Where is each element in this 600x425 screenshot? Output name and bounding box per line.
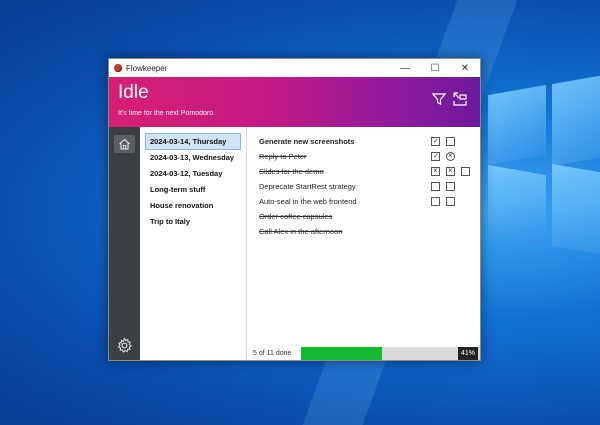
app-window: Flowkeeper — ☐ ✕ Idle It's time for the … [108, 58, 481, 361]
task-list: Generate new screenshots Reply to Peter Sl… [247, 127, 480, 360]
task-title: Deprecate StartRest strategy [259, 182, 356, 191]
windows-logo [480, 70, 600, 330]
maximize-button[interactable]: ☐ [420, 59, 450, 77]
status-bar: 5 of 11 done 41% [249, 346, 480, 360]
left-toolbar [109, 127, 140, 360]
pomodoro-empty-icon[interactable] [446, 197, 455, 206]
backlog-item-2024-03-12[interactable]: 2024-03-12, Tuesday [146, 166, 240, 181]
task-row[interactable]: Generate new screenshots [259, 134, 480, 149]
close-button[interactable]: ✕ [450, 59, 480, 77]
minimize-button[interactable]: — [390, 59, 420, 77]
progress-bar: 41% [301, 347, 480, 360]
tomato-icon [114, 64, 122, 72]
pomodoro-empty-icon[interactable] [446, 182, 455, 191]
pomodoro-empty-icon[interactable] [446, 137, 455, 146]
title-bar[interactable]: Flowkeeper — ☐ ✕ [109, 59, 480, 77]
task-row[interactable]: Auto-seal in the web frontend [259, 194, 480, 209]
pomodoro-empty-icon[interactable] [461, 167, 470, 176]
task-row[interactable]: Reply to Peter [259, 149, 480, 164]
home-icon [119, 138, 130, 150]
task-title: Reply to Peter [259, 152, 307, 161]
pomodoro-empty-icon[interactable] [431, 182, 440, 191]
pomodoro-cross-icon[interactable] [431, 167, 440, 176]
done-count: 5 of 11 done [253, 349, 292, 357]
backlog-item-2024-03-13[interactable]: 2024-03-13, Wednesday [146, 150, 240, 165]
window-title: Flowkeeper [126, 63, 168, 73]
backlog-item-long-term[interactable]: Long-term stuff [146, 182, 240, 197]
task-row[interactable]: Call Alex in the afternoon [259, 224, 480, 239]
pomodoro-empty-icon[interactable] [431, 197, 440, 206]
task-title: Slides for the demo [259, 167, 324, 176]
pomodoro-voided-icon[interactable] [446, 152, 455, 161]
backlog-item-trip-to-italy[interactable]: Trip to Italy [146, 214, 240, 229]
task-title: Order coffee capsules [259, 212, 333, 221]
pomodoro-check-icon[interactable] [431, 152, 440, 161]
backlog-item-house-renovation[interactable]: House renovation [146, 198, 240, 213]
task-row[interactable]: Deprecate StartRest strategy [259, 179, 480, 194]
app-header: Idle It's time for the next Pomodoro. [109, 77, 480, 127]
home-button[interactable] [114, 135, 135, 153]
gear-icon[interactable] [116, 337, 133, 354]
filter-icon[interactable] [431, 91, 447, 107]
task-title: Auto-seal in the web frontend [259, 197, 357, 206]
backlog-list: 2024-03-14, Thursday 2024-03-13, Wednesd… [140, 127, 247, 360]
task-row[interactable]: Slides for the demo [259, 164, 480, 179]
backlog-item-2024-03-14[interactable]: 2024-03-14, Thursday [145, 133, 241, 150]
progress-fill [301, 347, 382, 360]
task-row[interactable]: Order coffee capsules [259, 209, 480, 224]
state-subtitle: It's time for the next Pomodoro. [118, 110, 216, 117]
pomodoro-check-icon[interactable] [431, 137, 440, 146]
task-title: Generate new screenshots [259, 137, 355, 146]
task-title: Call Alex in the afternoon [259, 227, 343, 236]
progress-label: 41% [457, 347, 478, 360]
state-title: Idle [118, 82, 149, 103]
pomodoro-cross-icon[interactable] [446, 167, 455, 176]
switch-view-icon[interactable] [452, 91, 468, 107]
